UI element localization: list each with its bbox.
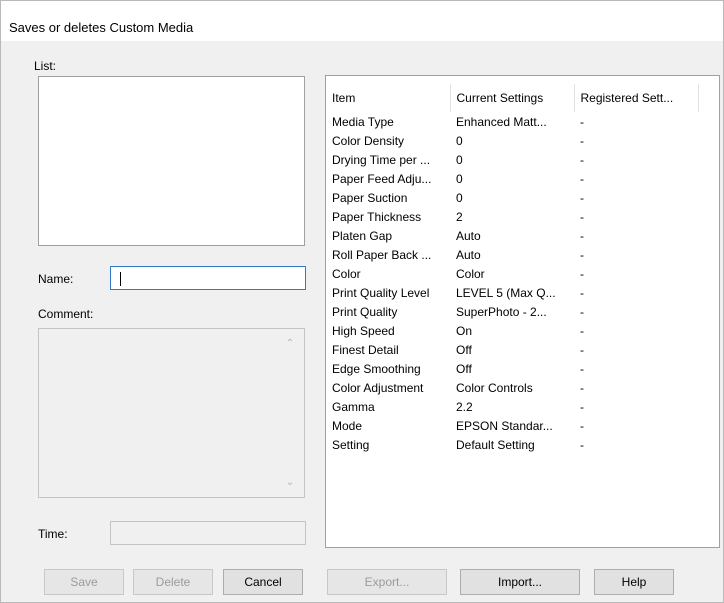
table-row[interactable]: Color Adjustment Color Controls - — [332, 378, 698, 397]
column-header-item[interactable]: Item — [332, 84, 450, 112]
current-setting-cell: On — [456, 323, 473, 338]
current-setting-cell: 0 — [456, 190, 463, 205]
table-row[interactable]: Drying Time per ... 0 - — [332, 150, 698, 169]
column-header-registered-settings[interactable]: Registered Sett... — [573, 84, 699, 112]
registered-setting-cell: - — [580, 152, 584, 167]
setting-item-cell: Edge Smoothing — [332, 361, 421, 376]
registered-setting-cell: - — [580, 133, 584, 148]
registered-setting-cell: - — [580, 361, 584, 376]
registered-setting-cell: - — [580, 190, 584, 205]
registered-setting-cell: - — [580, 323, 584, 338]
current-setting-cell: 0 — [456, 171, 463, 186]
table-row[interactable]: Paper Thickness 2 - — [332, 207, 698, 226]
table-row[interactable]: Edge Smoothing Off - — [332, 359, 698, 378]
table-row[interactable]: Print Quality SuperPhoto - 2... - — [332, 302, 698, 321]
current-setting-cell: LEVEL 5 (Max Q... — [456, 285, 556, 300]
table-row[interactable]: Roll Paper Back ... Auto - — [332, 245, 698, 264]
setting-item-cell: Mode — [332, 418, 363, 433]
settings-table: Item Current Settings Registered Sett...… — [332, 84, 699, 454]
table-row[interactable]: Mode EPSON Standar... - — [332, 416, 698, 435]
table-row[interactable]: Gamma 2.2 - — [332, 397, 698, 416]
import-button[interactable]: Import... — [460, 569, 580, 595]
name-input[interactable] — [110, 266, 306, 290]
current-setting-cell: Color Controls — [456, 380, 533, 395]
setting-item-cell: Roll Paper Back ... — [332, 247, 432, 262]
media-list[interactable] — [38, 76, 305, 246]
current-setting-cell: SuperPhoto - 2... — [456, 304, 547, 319]
settings-table-body: Media Type Enhanced Matt... - Color Density… — [332, 112, 698, 454]
table-row[interactable]: Paper Feed Adju... 0 - — [332, 169, 698, 188]
current-setting-cell: 0 — [456, 152, 463, 167]
table-row[interactable]: High Speed On - — [332, 321, 698, 340]
registered-setting-cell: - — [580, 209, 584, 224]
dialog-window: Saves or deletes Custom Media List: Name… — [0, 0, 724, 603]
registered-setting-cell: - — [580, 437, 584, 452]
table-row[interactable]: Color Density 0 - — [332, 131, 698, 150]
registered-setting-cell: - — [580, 418, 584, 433]
table-row[interactable]: Media Type Enhanced Matt... - — [332, 112, 698, 131]
dialog-title: Saves or deletes Custom Media — [9, 20, 194, 35]
current-setting-cell: Color — [456, 266, 485, 281]
chevron-down-icon[interactable]: ⌄ — [285, 478, 295, 488]
delete-button[interactable]: Delete — [133, 569, 213, 595]
setting-item-cell: Paper Suction — [332, 190, 408, 205]
current-setting-cell: 2 — [456, 209, 463, 224]
registered-setting-cell: - — [580, 380, 584, 395]
save-button[interactable]: Save — [44, 569, 124, 595]
setting-item-cell: Print Quality Level — [332, 285, 430, 300]
setting-item-cell: Color — [332, 266, 361, 281]
current-setting-cell: Auto — [456, 247, 481, 262]
setting-item-cell: Color Adjustment — [332, 380, 424, 395]
registered-setting-cell: - — [580, 342, 584, 357]
current-setting-cell: EPSON Standar... — [456, 418, 553, 433]
current-setting-cell: Default Setting — [456, 437, 535, 452]
column-header-current-settings[interactable]: Current Settings — [449, 84, 574, 112]
comment-label: Comment: — [38, 307, 94, 321]
setting-item-cell: Paper Thickness — [332, 209, 422, 224]
setting-item-cell: Print Quality — [332, 304, 398, 319]
table-header-row: Item Current Settings Registered Sett... — [332, 84, 699, 112]
table-row[interactable]: Finest Detail Off - — [332, 340, 698, 359]
table-row[interactable]: Paper Suction 0 - — [332, 188, 698, 207]
registered-setting-cell: - — [580, 285, 584, 300]
current-setting-cell: Auto — [456, 228, 481, 243]
current-setting-cell: Off — [456, 361, 472, 376]
setting-item-cell: Paper Feed Adju... — [332, 171, 432, 186]
setting-item-cell: Color Density — [332, 133, 405, 148]
setting-item-cell: Platen Gap — [332, 228, 393, 243]
current-setting-cell: Enhanced Matt... — [456, 114, 547, 129]
export-button[interactable]: Export... — [327, 569, 447, 595]
registered-setting-cell: - — [580, 228, 584, 243]
time-label: Time: — [38, 527, 68, 541]
table-row[interactable]: Platen Gap Auto - — [332, 226, 698, 245]
setting-item-cell: High Speed — [332, 323, 395, 338]
registered-setting-cell: - — [580, 114, 584, 129]
current-setting-cell: Off — [456, 342, 472, 357]
registered-setting-cell: - — [580, 171, 584, 186]
time-field — [110, 521, 306, 545]
setting-item-cell: Finest Detail — [332, 342, 399, 357]
name-label: Name: — [38, 272, 74, 286]
text-caret — [120, 272, 121, 286]
help-button[interactable]: Help — [594, 569, 674, 595]
table-row[interactable]: Setting Default Setting - — [332, 435, 698, 454]
chevron-up-icon[interactable]: ⌃ — [285, 339, 295, 349]
list-label: List: — [34, 59, 57, 73]
registered-setting-cell: - — [580, 266, 584, 281]
setting-item-cell: Media Type — [332, 114, 394, 129]
table-row[interactable]: Color Color - — [332, 264, 698, 283]
settings-list[interactable]: Item Current Settings Registered Sett...… — [325, 75, 720, 548]
comment-textarea[interactable]: ⌃ ⌄ — [38, 328, 305, 498]
registered-setting-cell: - — [580, 304, 584, 319]
title-bar: Saves or deletes Custom Media — [1, 1, 723, 41]
table-row[interactable]: Print Quality Level LEVEL 5 (Max Q... - — [332, 283, 698, 302]
setting-item-cell: Gamma — [332, 399, 375, 414]
cancel-button[interactable]: Cancel — [223, 569, 303, 595]
current-setting-cell: 0 — [456, 133, 463, 148]
registered-setting-cell: - — [580, 399, 584, 414]
current-setting-cell: 2.2 — [456, 399, 473, 414]
registered-setting-cell: - — [580, 247, 584, 262]
setting-item-cell: Setting — [332, 437, 370, 452]
setting-item-cell: Drying Time per ... — [332, 152, 431, 167]
